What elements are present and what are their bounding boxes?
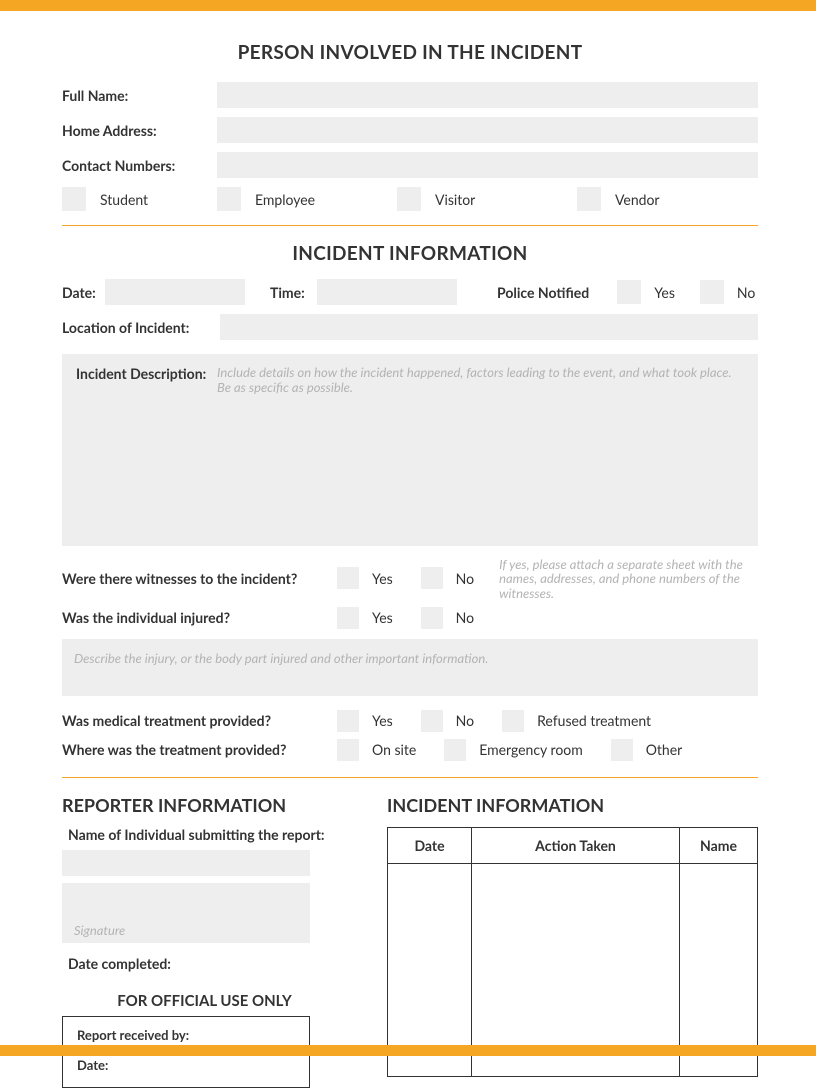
divider-2 [62,777,758,778]
police-no-checkbox[interactable] [700,280,724,304]
police-yes-checkbox[interactable] [617,280,641,304]
injured-no-label: No [456,609,474,626]
actions-table: Date Action Taken Name [387,827,758,1077]
full-name-label: Full Name: [62,87,217,104]
reporter-section-title: REPORTER INFORMATION [62,794,347,816]
student-label: Student [100,191,148,208]
where-other-checkbox[interactable] [611,739,633,761]
actions-action-header: Action Taken [472,827,680,863]
incident-time-input[interactable] [317,279,457,305]
contact-label: Contact Numbers: [62,157,217,174]
medical-no-checkbox[interactable] [421,710,443,732]
where-other-label: Other [646,741,683,758]
actions-section-title: INCIDENT INFORMATION [387,794,758,816]
reporter-name-input[interactable] [62,850,310,876]
vendor-label: Vendor [615,191,660,208]
received-by-label: Report received by: [77,1027,295,1043]
home-address-label: Home Address: [62,122,217,139]
actions-name-header: Name [680,827,758,863]
medical-no-label: No [456,712,474,729]
signature-box[interactable]: Signature [62,883,310,943]
top-accent-bar [0,0,816,11]
date-completed-label: Date completed: [68,955,347,972]
where-er-label: Emergency room [479,741,582,758]
official-date-label: Date: [77,1057,295,1073]
employee-label: Employee [255,191,315,208]
section-incident-title: INCIDENT INFORMATION [62,242,758,265]
reporter-name-label: Name of Individual submitting the report… [68,826,347,843]
incident-date-label: Date: [62,284,105,301]
location-input[interactable] [220,314,758,340]
bottom-accent-bar [0,1045,816,1056]
full-name-input[interactable] [217,82,758,108]
injured-question-label: Was the individual injured? [62,609,337,626]
witness-question-label: Were there witnesses to the incident? [62,570,337,587]
medical-question-label: Was medical treatment provided? [62,712,337,729]
where-question-label: Where was the treatment provided? [62,741,337,758]
location-label: Location of Incident: [62,319,220,336]
witness-no-label: No [456,570,474,587]
incident-description-label: Incident Description: [76,365,217,535]
injured-yes-label: Yes [372,609,393,626]
incident-description-hint: Include details on how the incident happ… [217,365,744,535]
visitor-label: Visitor [435,191,475,208]
visitor-checkbox[interactable] [397,187,421,211]
incident-time-label: Time: [270,284,317,301]
witness-hint: If yes, please attach a separate sheet w… [499,557,758,600]
injury-description-box[interactable]: Describe the injury, or the body part in… [62,639,758,696]
injured-no-checkbox[interactable] [421,607,443,629]
vendor-checkbox[interactable] [577,187,601,211]
official-section-title: FOR OFFICIAL USE ONLY [62,992,347,1010]
where-onsite-label: On site [372,741,416,758]
medical-yes-label: Yes [372,712,393,729]
medical-refused-label: Refused treatment [537,712,651,729]
signature-hint: Signature [74,922,125,938]
incident-description-box[interactable]: Incident Description: Include details on… [62,354,758,546]
where-er-checkbox[interactable] [444,739,466,761]
actions-date-header: Date [388,827,472,863]
police-no-label: No [737,284,755,301]
witness-no-checkbox[interactable] [421,567,443,589]
witness-yes-label: Yes [372,570,393,587]
medical-yes-checkbox[interactable] [337,710,359,732]
home-address-input[interactable] [217,117,758,143]
section-person-title: PERSON INVOLVED IN THE INCIDENT [62,41,758,64]
student-checkbox[interactable] [62,187,86,211]
injury-hint: Describe the injury, or the body part in… [74,650,488,666]
police-notified-label: Police Notified [497,284,589,301]
contact-input[interactable] [217,152,758,178]
incident-date-input[interactable] [105,279,245,305]
injured-yes-checkbox[interactable] [337,607,359,629]
employee-checkbox[interactable] [217,187,241,211]
where-onsite-checkbox[interactable] [337,739,359,761]
police-yes-label: Yes [654,284,675,301]
divider-1 [62,225,758,226]
witness-yes-checkbox[interactable] [337,567,359,589]
medical-refused-checkbox[interactable] [502,710,524,732]
